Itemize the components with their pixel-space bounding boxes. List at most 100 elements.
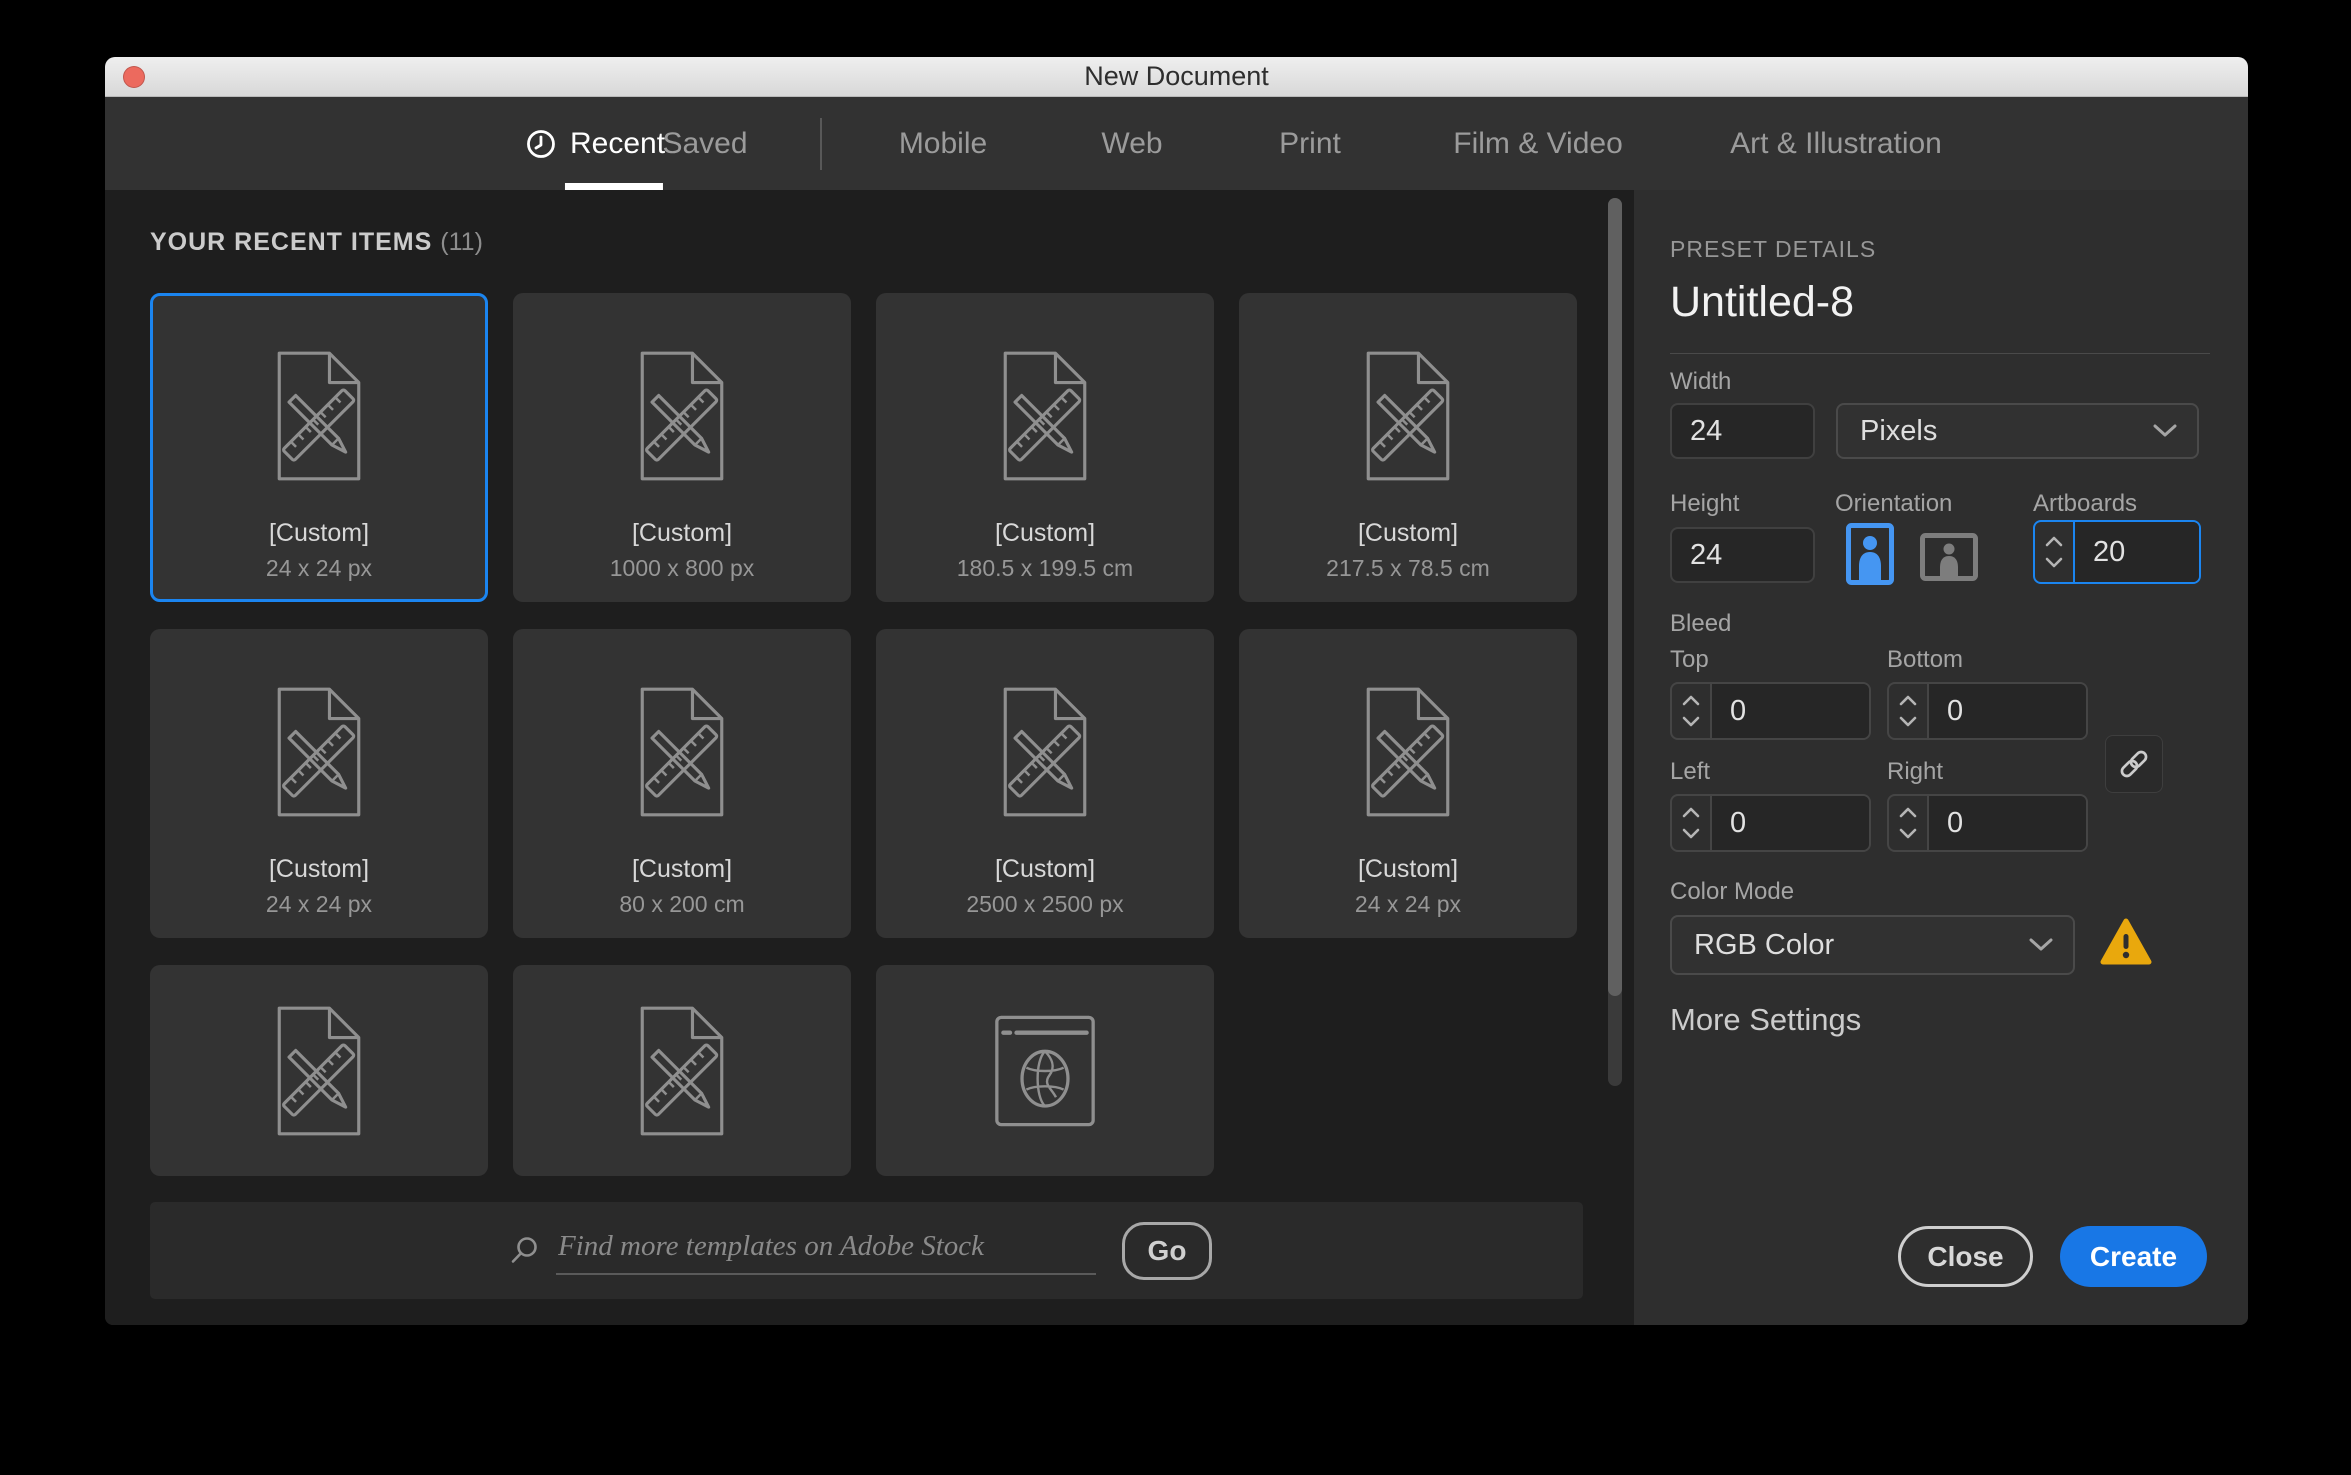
tab-recent[interactable]: Recent xyxy=(525,97,665,190)
name-divider xyxy=(1670,353,2210,354)
card-title: [Custom] xyxy=(1242,519,1574,548)
recent-card[interactable]: [Custom] 24 x 24 px xyxy=(1239,629,1577,938)
new-document-dialog: New Document RecentSaved Mobile Web Print Fi… xyxy=(105,57,2248,1325)
tab-print[interactable]: Print xyxy=(1279,97,1341,190)
bleed-top-label: Top xyxy=(1670,646,1709,674)
card-title: [Custom] xyxy=(879,855,1211,884)
chevron-down-icon xyxy=(1682,828,1700,839)
tab-bar: RecentSaved Mobile Web Print Film & Video Art… xyxy=(105,97,2248,190)
artboards-stepper-buttons[interactable] xyxy=(2035,522,2075,582)
card-size: 2500 x 2500 px xyxy=(879,891,1211,918)
bleed-bottom-stepper-buttons[interactable] xyxy=(1889,684,1929,738)
card-title: [Custom] xyxy=(1242,855,1574,884)
create-button[interactable]: Create xyxy=(2060,1226,2207,1287)
close-button[interactable]: Close xyxy=(1898,1226,2033,1287)
tab-mobile[interactable]: Mobile xyxy=(899,97,987,190)
scrollbar-track[interactable] xyxy=(1608,198,1622,1086)
tab-label: Film & Video xyxy=(1453,127,1623,161)
bleed-top-stepper-buttons[interactable] xyxy=(1672,684,1712,738)
card-title: [Custom] xyxy=(516,519,848,548)
color-mode-dropdown[interactable]: RGB Color xyxy=(1670,915,2075,975)
recent-items-heading: YOUR RECENT ITEMS(11) xyxy=(150,228,483,257)
recent-card[interactable]: [Custom] 24 x 24 px xyxy=(150,629,488,938)
tab-divider xyxy=(820,118,822,170)
bleed-top-stepper: 0 xyxy=(1670,682,1871,740)
card-size: 217.5 x 78.5 cm xyxy=(1242,555,1574,582)
units-dropdown[interactable]: Pixels xyxy=(1836,403,2199,459)
stock-search-input[interactable] xyxy=(556,1226,1096,1275)
orientation-landscape-button[interactable] xyxy=(1918,531,1980,583)
chevron-up-icon xyxy=(1899,695,1917,706)
document-template-icon xyxy=(266,348,372,484)
title-bar: New Document xyxy=(105,57,2248,97)
preset-details-panel: PRESET DETAILS Untitled-8 Width 24 Pixel… xyxy=(1634,190,2248,1325)
chevron-up-icon xyxy=(1899,807,1917,818)
chevron-down-icon xyxy=(2045,557,2063,568)
card-title: [Custom] xyxy=(516,855,848,884)
clock-icon xyxy=(525,128,557,160)
units-value: Pixels xyxy=(1860,415,1937,448)
landscape-icon xyxy=(1920,533,1978,581)
bleed-bottom-stepper: 0 xyxy=(1887,682,2088,740)
bleed-bottom-label: Bottom xyxy=(1887,646,1963,674)
document-name-field[interactable]: Untitled-8 xyxy=(1670,278,1854,327)
recent-items-count: (11) xyxy=(440,228,483,256)
tab-saved[interactable]: Saved xyxy=(662,97,747,190)
document-template-icon xyxy=(266,684,372,820)
tab-art-illustration[interactable]: Art & Illustration xyxy=(1730,97,1942,190)
width-input[interactable]: 24 xyxy=(1670,403,1815,459)
chevron-down-icon xyxy=(1682,716,1700,727)
recent-card[interactable] xyxy=(513,965,851,1176)
chevron-up-icon xyxy=(2045,536,2063,547)
recent-card[interactable]: [Custom]1000 x 800 px xyxy=(513,293,851,602)
bleed-link-values-button[interactable] xyxy=(2105,735,2163,793)
bleed-top-input[interactable]: 0 xyxy=(1712,684,1869,738)
height-input[interactable]: 24 xyxy=(1670,527,1815,583)
bleed-right-input[interactable]: 0 xyxy=(1929,796,2086,850)
bleed-label: Bleed xyxy=(1670,610,1731,638)
warning-icon xyxy=(2100,918,2152,966)
recent-items-pane: YOUR RECENT ITEMS(11) [Custom] 24 x 24 px… xyxy=(105,190,1634,1325)
recent-card[interactable]: [Custom]80 x 200 cm xyxy=(513,629,851,938)
tab-film-video[interactable]: Film & Video xyxy=(1453,97,1623,190)
width-label: Width xyxy=(1670,368,1731,396)
document-template-icon xyxy=(1355,684,1461,820)
orientation-portrait-button[interactable] xyxy=(1844,522,1896,586)
portrait-icon xyxy=(1846,523,1894,585)
recent-card[interactable] xyxy=(150,965,488,1176)
bleed-right-stepper-buttons[interactable] xyxy=(1889,796,1929,850)
artboards-stepper: 20 xyxy=(2033,520,2201,584)
recent-card[interactable]: [Custom] 180.5 x 199.5 cm xyxy=(876,293,1214,602)
scrollbar-thumb[interactable] xyxy=(1608,198,1622,996)
card-size: 180.5 x 199.5 cm xyxy=(879,555,1211,582)
window-title: New Document xyxy=(1084,61,1269,92)
chevron-down-icon xyxy=(1899,828,1917,839)
artboards-input[interactable]: 20 xyxy=(2075,522,2199,582)
recent-card-selected[interactable]: [Custom]24 x 24 px xyxy=(150,293,488,602)
card-size: 24 x 24 px xyxy=(153,555,485,582)
more-settings-link[interactable]: More Settings xyxy=(1670,1002,1861,1038)
recent-card[interactable] xyxy=(876,965,1214,1176)
tab-label: Recent xyxy=(570,127,665,161)
adobe-stock-search-bar: Go xyxy=(150,1202,1583,1299)
web-template-icon xyxy=(990,1013,1100,1129)
window-close-button[interactable] xyxy=(123,66,145,88)
go-button[interactable]: Go xyxy=(1122,1222,1212,1280)
orientation-label: Orientation xyxy=(1835,490,1952,518)
card-size: 24 x 24 px xyxy=(1242,891,1574,918)
chevron-up-icon xyxy=(1682,807,1700,818)
card-size: 24 x 24 px xyxy=(153,891,485,918)
bleed-left-stepper-buttons[interactable] xyxy=(1672,796,1712,850)
recent-card[interactable]: [Custom] 217.5 x 78.5 cm xyxy=(1239,293,1577,602)
recent-card[interactable]: [Custom] 2500 x 2500 px xyxy=(876,629,1214,938)
card-title: [Custom] xyxy=(879,519,1211,548)
chevron-up-icon xyxy=(1682,695,1700,706)
tab-web[interactable]: Web xyxy=(1101,97,1162,190)
card-title: [Custom] xyxy=(153,855,485,884)
chevron-down-icon xyxy=(2153,424,2177,438)
bleed-left-input[interactable]: 0 xyxy=(1712,796,1869,850)
height-label: Height xyxy=(1670,490,1739,518)
document-template-icon xyxy=(629,348,735,484)
bleed-right-label: Right xyxy=(1887,758,1943,786)
bleed-bottom-input[interactable]: 0 xyxy=(1929,684,2086,738)
